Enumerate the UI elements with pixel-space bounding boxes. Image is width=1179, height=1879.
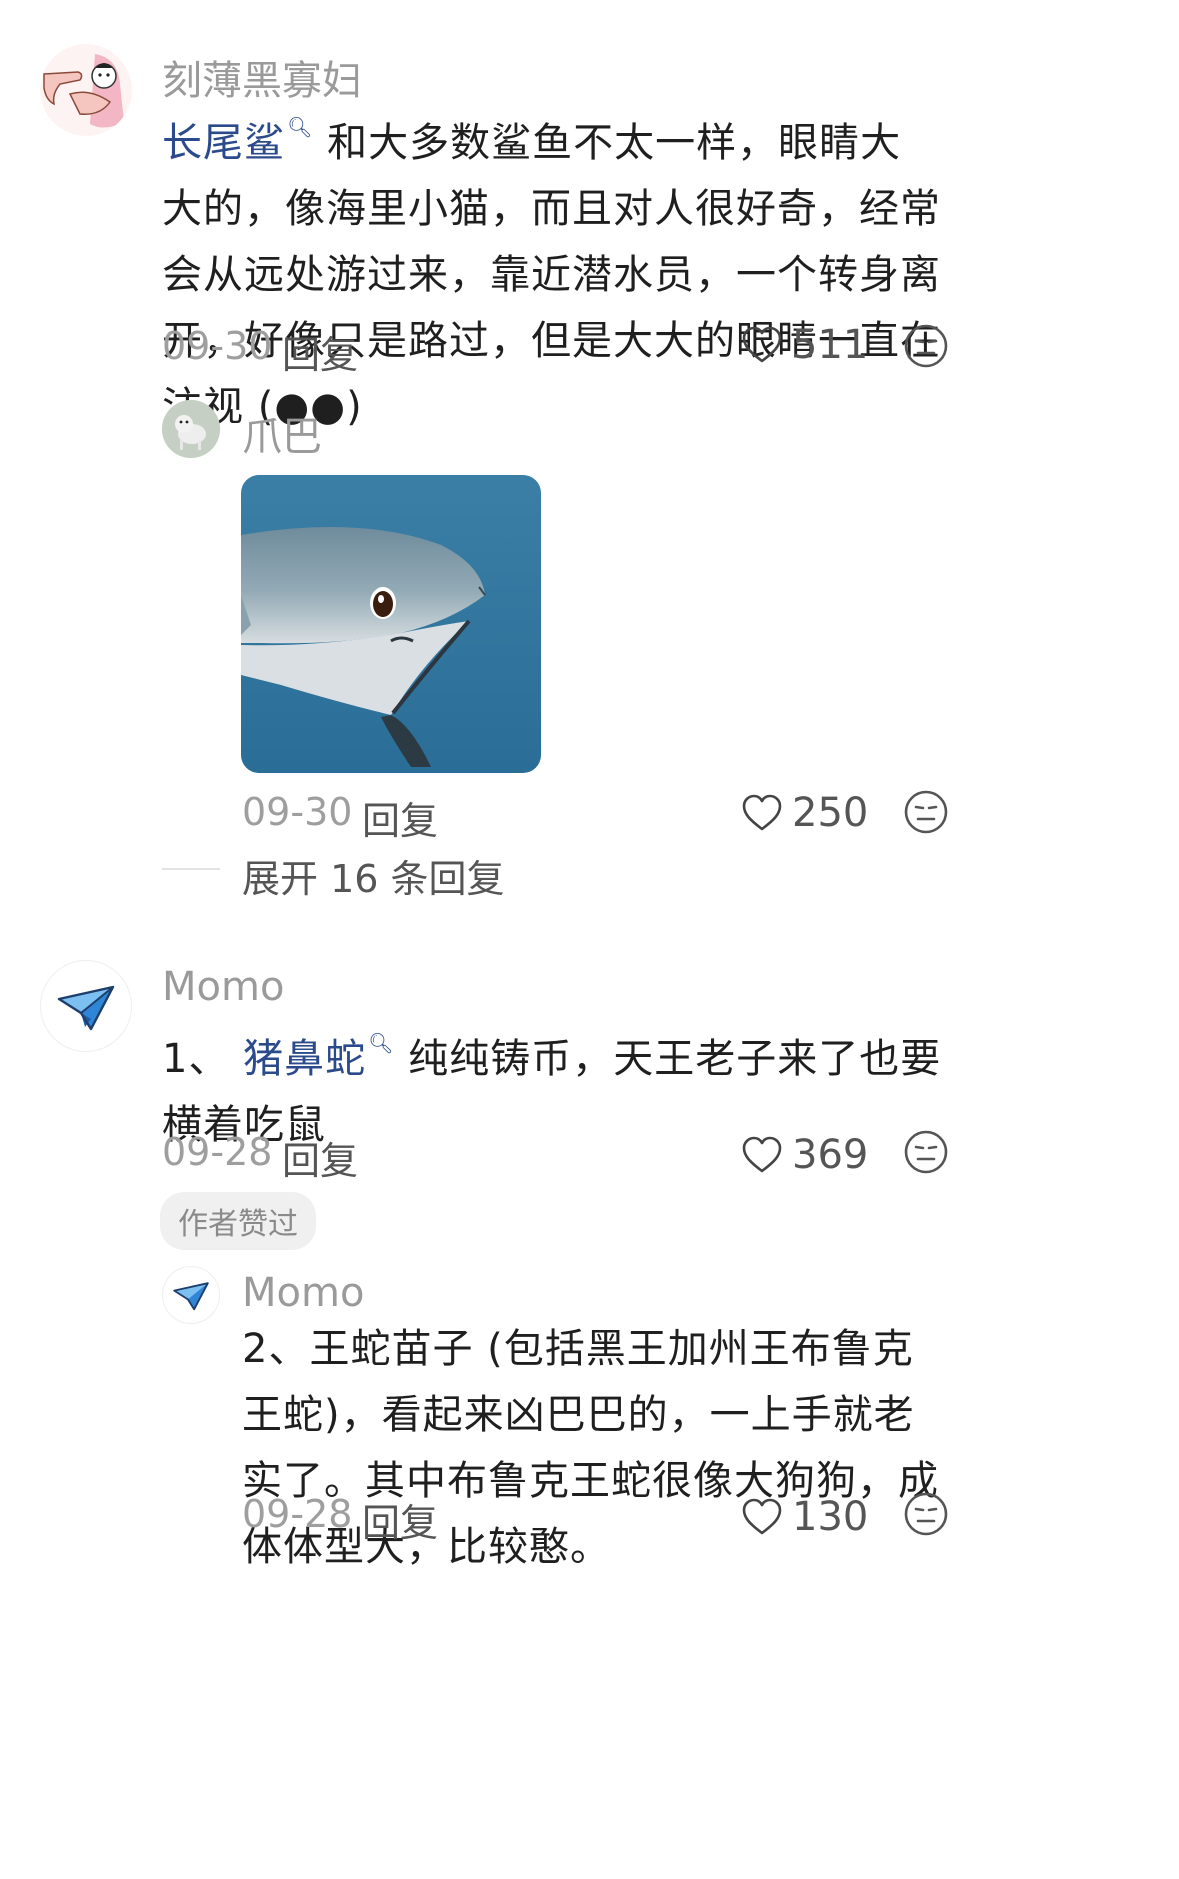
expand-replies-button[interactable]: 展开 16 条回复 <box>242 848 505 903</box>
keyword-link[interactable]: 猪鼻蛇 🔍︎ <box>243 1031 394 1082</box>
reply-text: 2、王蛇苗子 (包括黑王加州王布鲁克王蛇)，看起来凶巴巴的，一上手就老实了。其中… <box>242 1326 939 1570</box>
reply-date: 09-28 <box>242 1492 353 1536</box>
heart-outline-icon <box>742 794 782 831</box>
keyword-link[interactable]: 长尾鲨 🔍︎ <box>162 115 313 166</box>
reply-button[interactable]: 回复 <box>362 1492 438 1547</box>
author-liked-badge: 作者赞过 <box>160 1192 316 1250</box>
heart-outline-icon <box>742 1498 782 1535</box>
neutral-face-icon[interactable] <box>902 322 950 370</box>
avatar[interactable] <box>40 44 132 136</box>
paper-plane-icon <box>173 1282 209 1311</box>
search-icon: 🔍︎ <box>368 1031 395 1055</box>
neutral-face-icon[interactable] <box>902 1490 950 1538</box>
like-count: 130 <box>792 1494 869 1540</box>
comment-date: 09-28 <box>162 1130 273 1174</box>
avatar[interactable] <box>40 960 132 1052</box>
avatar-illustration <box>40 44 132 136</box>
like-count: 250 <box>792 790 869 836</box>
dog-avatar-illustration <box>162 400 220 458</box>
username[interactable]: Momo <box>242 1270 364 1316</box>
reply-date: 09-30 <box>242 790 353 834</box>
username[interactable]: 爪巴 <box>242 404 322 462</box>
like-count: 511 <box>792 322 869 368</box>
reply-button[interactable]: 回复 <box>282 324 358 379</box>
comment-date: 09-30 <box>162 324 273 368</box>
avatar[interactable] <box>162 400 220 458</box>
comment-text: 长尾鲨 🔍︎ 和大多数鲨鱼不太一样，眼睛大大的，像海里小猫，而且对人很好奇，经常会… <box>162 94 942 440</box>
list-prefix: 1、 <box>162 1036 230 1082</box>
like-button[interactable]: 511 <box>742 322 868 368</box>
reply-button[interactable]: 回复 <box>282 1130 358 1185</box>
keyword-link-label: 长尾鲨 <box>162 120 285 166</box>
like-count: 369 <box>792 1132 869 1178</box>
like-button[interactable]: 130 <box>742 1494 868 1540</box>
shark-image[interactable] <box>241 475 541 773</box>
shark-sticker <box>241 475 541 773</box>
avatar[interactable] <box>162 1266 220 1324</box>
paper-plane-icon <box>57 985 115 1031</box>
neutral-face-icon[interactable] <box>902 1128 950 1176</box>
heart-outline-icon <box>742 326 782 363</box>
reply-button[interactable]: 回复 <box>362 790 438 845</box>
keyword-link-label: 猪鼻蛇 <box>243 1036 367 1082</box>
search-icon: 🔍︎ <box>287 115 314 139</box>
expand-divider <box>162 868 220 870</box>
comment-body: 和大多数鲨鱼不太一样，眼睛大大的，像海里小猫，而且对人很好奇，经常会从远处游过来… <box>162 120 941 430</box>
like-button[interactable]: 369 <box>742 1132 868 1178</box>
like-button[interactable]: 250 <box>742 790 868 836</box>
neutral-face-icon[interactable] <box>902 788 950 836</box>
heart-outline-icon <box>742 1136 782 1173</box>
username[interactable]: Momo <box>162 964 284 1010</box>
